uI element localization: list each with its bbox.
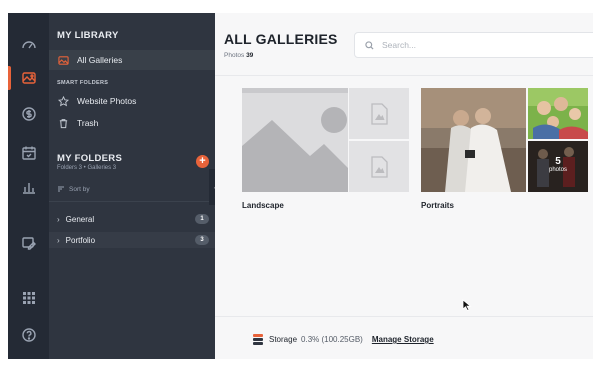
image-file-icon <box>371 155 388 178</box>
portraits-collage <box>421 88 588 192</box>
bar-chart-icon[interactable] <box>8 172 49 202</box>
nav-trash-label: Trash <box>77 118 99 128</box>
folder-label: Portfolio <box>65 235 96 245</box>
storage-divider <box>215 316 593 317</box>
page-title: ALL GALLERIES <box>224 31 338 47</box>
trash-icon <box>57 117 69 129</box>
folders-summary: Folders 3 • Galleries 3 <box>57 165 117 171</box>
icon-rail <box>8 13 49 359</box>
chevron-right-icon: › <box>57 214 60 224</box>
add-folder-button[interactable]: + <box>196 155 209 168</box>
more-photos-count: 5 <box>555 156 561 167</box>
image-placeholder <box>242 88 348 192</box>
image-placeholder <box>349 88 409 139</box>
nav-trash[interactable]: Trash <box>49 113 215 133</box>
star-icon <box>57 95 69 107</box>
landscape-placeholder-icon <box>242 88 348 192</box>
my-folders-heading: MY FOLDERS <box>57 153 123 164</box>
folder-count-badge: 1 <box>195 214 209 224</box>
gallery-title: Portraits <box>421 201 454 210</box>
calendar-icon[interactable] <box>8 138 49 168</box>
search-icon <box>365 40 374 50</box>
panel-divider <box>49 201 215 202</box>
header-divider <box>215 75 593 76</box>
search-input[interactable] <box>382 40 582 50</box>
storage-usage: 0.3% (100.25GB) <box>301 335 363 344</box>
photos-count-value: 39 <box>246 52 254 59</box>
gallery-thumbnails: 5 photos <box>421 88 588 192</box>
gallery-thumbnails <box>242 88 409 192</box>
dashboard-icon[interactable] <box>8 29 49 59</box>
image-placeholder <box>349 141 409 192</box>
more-photos-overlay: 5 photos <box>528 156 588 173</box>
edit-photo-icon[interactable] <box>8 228 49 258</box>
nav-all-galleries[interactable]: All Galleries <box>49 50 215 70</box>
manage-storage-link[interactable]: Manage Storage <box>372 335 434 344</box>
storage-bar: Storage 0.3% (100.25GB) Manage Storage <box>253 334 434 345</box>
help-icon[interactable] <box>8 320 49 350</box>
my-library-heading: MY LIBRARY <box>57 30 119 41</box>
folder-item[interactable]: › General 1 <box>49 211 215 227</box>
image-file-icon <box>371 102 388 125</box>
mouse-cursor-icon <box>462 299 472 311</box>
nav-website-photos[interactable]: Website Photos <box>49 91 215 111</box>
more-photos-label: photos <box>548 167 567 173</box>
apps-grid-icon[interactable] <box>8 283 49 313</box>
gallery-icon[interactable] <box>8 63 49 93</box>
photos-count: Photos 39 <box>224 52 253 59</box>
smart-folders-label: SMART FOLDERS <box>57 80 109 86</box>
folder-item[interactable]: › Portfolio 3 <box>49 232 215 248</box>
sort-control[interactable]: Sort by <box>57 185 90 193</box>
gallery-icon <box>57 54 69 66</box>
sort-label: Sort by <box>69 185 90 193</box>
folder-count-badge: 3 <box>195 235 209 245</box>
nav-website-photos-label: Website Photos <box>77 96 137 106</box>
dollar-icon[interactable] <box>8 99 49 129</box>
sort-icon <box>58 186 64 192</box>
photos-label: Photos <box>224 52 245 59</box>
app-window: MY LIBRARY All Galleries SMART FOLDERS W… <box>8 13 593 359</box>
search-box[interactable] <box>354 32 593 58</box>
library-panel: MY LIBRARY All Galleries SMART FOLDERS W… <box>49 13 215 359</box>
main-content: ALL GALLERIES Photos 39 Search... Landsc… <box>215 13 593 359</box>
chevron-right-icon: › <box>57 235 60 245</box>
storage-icon <box>253 334 263 345</box>
folder-label: General <box>65 214 95 224</box>
nav-all-galleries-label: All Galleries <box>77 55 123 65</box>
storage-label: Storage <box>269 335 298 344</box>
gallery-title: Landscape <box>242 201 284 210</box>
